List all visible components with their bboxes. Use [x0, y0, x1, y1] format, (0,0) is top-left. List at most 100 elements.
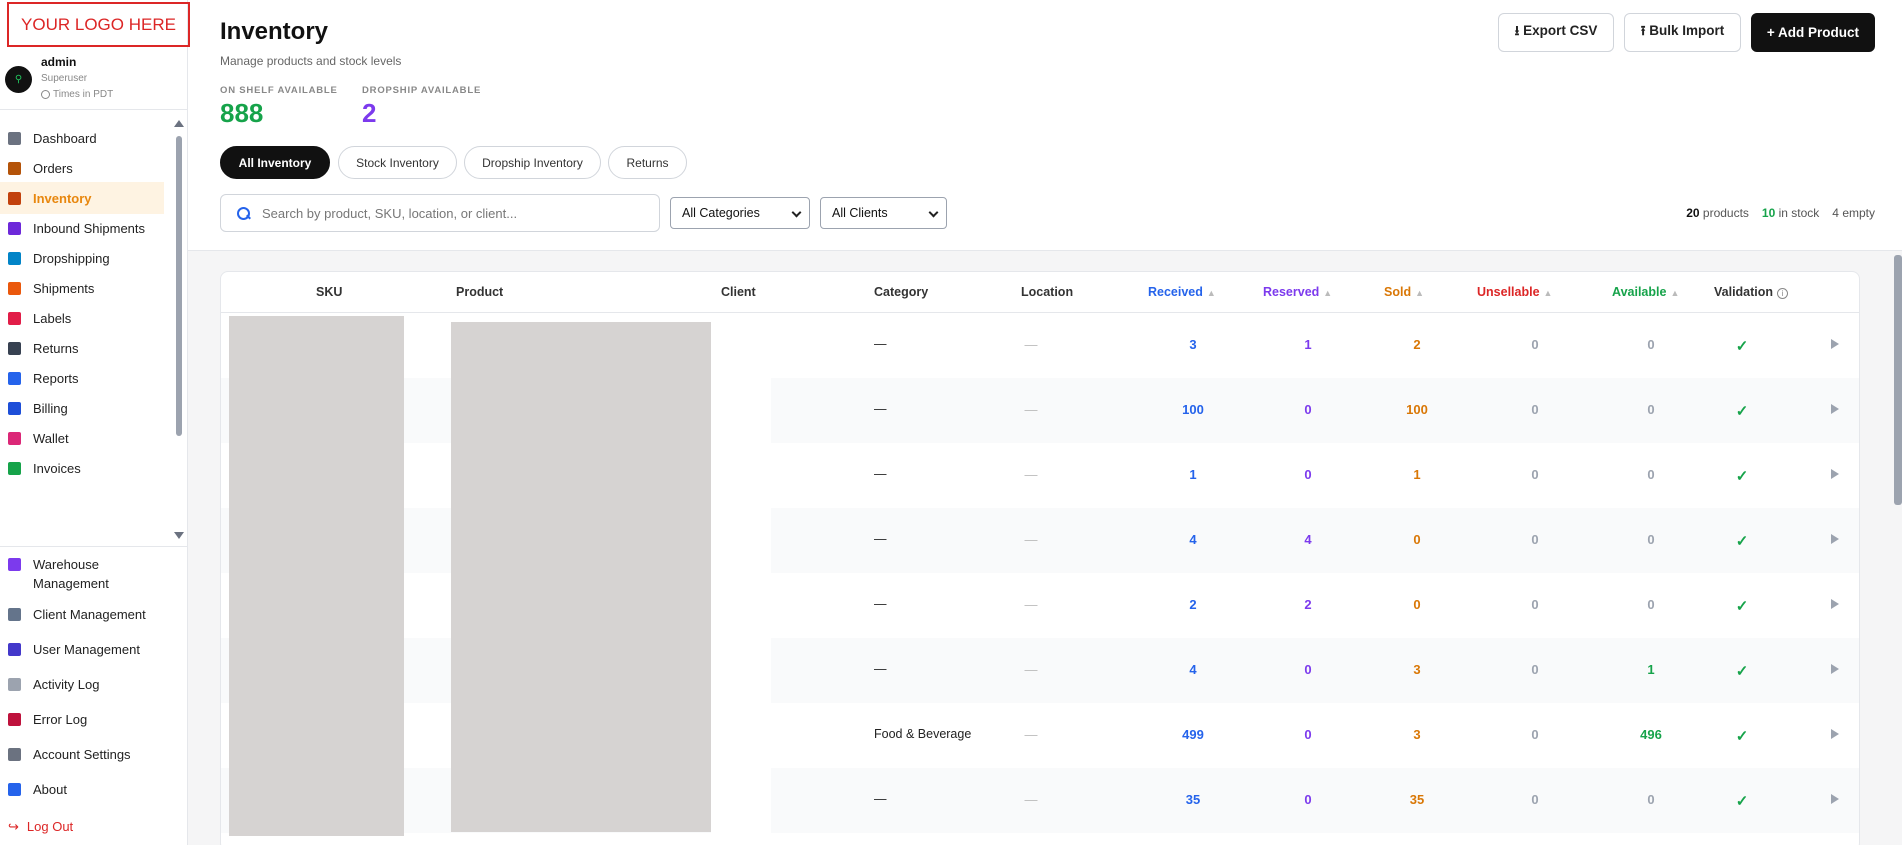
expand-row-icon[interactable]	[1831, 599, 1839, 609]
wallet-icon	[8, 431, 21, 445]
tab-all-inventory[interactable]: All Inventory	[220, 146, 330, 179]
category-cell: —	[874, 467, 887, 481]
sold-cell: 0	[1413, 532, 1421, 547]
sidebar-item-warehouse-management[interactable]: Warehouse Management	[0, 555, 180, 593]
sidebar-item-returns[interactable]: Returns	[0, 332, 164, 364]
tag-icon	[8, 311, 21, 325]
expand-row-icon[interactable]	[1831, 469, 1839, 479]
table-area: SKU Product Client Category Location Rec…	[188, 250, 1902, 845]
category-select-value: All Categories	[682, 206, 760, 220]
col-client[interactable]: Client	[721, 285, 756, 299]
col-unsellable[interactable]: Unsellable ▲	[1477, 285, 1552, 299]
box-icon	[8, 191, 21, 205]
sidebar-item-error-log[interactable]: Error Log	[0, 710, 180, 729]
category-select[interactable]: All Categories	[670, 197, 810, 229]
logo[interactable]: YOUR LOGO HERE	[7, 2, 190, 47]
sidebar-item-client-management[interactable]: Client Management	[0, 605, 180, 624]
sidebar-item-activity-log[interactable]: Activity Log	[0, 675, 180, 694]
user-name: admin	[41, 55, 77, 69]
sidebar-scrollbar[interactable]	[176, 136, 182, 436]
sidebar-item-label: Orders	[33, 160, 73, 176]
sidebar-item-label: Labels	[33, 310, 72, 326]
sidebar-item-wallet[interactable]: Wallet	[0, 422, 164, 454]
main-scrollbar[interactable]	[1894, 255, 1902, 505]
export-csv-button[interactable]: ⭳ Export CSV	[1498, 13, 1614, 52]
sidebar-item-label: Invoices	[33, 460, 81, 476]
scroll-down-arrow-icon[interactable]	[174, 532, 184, 539]
sidebar-item-dashboard[interactable]: Dashboard	[0, 122, 164, 154]
location-cell: —	[1024, 402, 1038, 417]
expand-row-icon[interactable]	[1831, 404, 1839, 414]
info-icon[interactable]: i	[1777, 288, 1789, 299]
sidebar-nav: Dashboard Orders Inventory Inbound Shipment…	[0, 112, 188, 542]
col-validation[interactable]: Validation i	[1714, 285, 1789, 299]
client-column-blank	[711, 313, 771, 843]
sidebar-item-about[interactable]: About	[0, 780, 180, 799]
bulk-import-button[interactable]: ⭱ Bulk Import	[1624, 13, 1741, 52]
page-subtitle: Manage products and stock levels	[220, 54, 402, 68]
expand-row-icon[interactable]	[1831, 794, 1839, 804]
sidebar-item-reports[interactable]: Reports	[0, 362, 164, 394]
location-cell: —	[1024, 727, 1038, 742]
add-product-button[interactable]: + Add Product	[1751, 13, 1875, 52]
sidebar-item-orders[interactable]: Orders	[0, 152, 164, 184]
col-validation-label: Validation	[1714, 285, 1774, 299]
sidebar-item-dropshipping[interactable]: Dropshipping	[0, 242, 164, 274]
sidebar-item-label: Client Management	[33, 607, 146, 622]
sold-cell: 1	[1413, 467, 1421, 482]
col-location[interactable]: Location	[1021, 285, 1073, 299]
search-box[interactable]	[220, 194, 660, 232]
col-unsellable-label: Unsellable	[1477, 285, 1540, 299]
clock-icon	[41, 90, 50, 99]
sidebar-item-inventory[interactable]: Inventory	[0, 182, 164, 214]
col-sold[interactable]: Sold ▲	[1384, 285, 1424, 299]
available-cell: 1	[1647, 662, 1655, 677]
col-category[interactable]: Category	[874, 285, 928, 299]
tab-stock-inventory[interactable]: Stock Inventory	[338, 146, 457, 179]
expand-row-icon[interactable]	[1831, 339, 1839, 349]
reserved-cell: 2	[1304, 597, 1312, 612]
main-content: Inventory Manage products and stock leve…	[188, 0, 1902, 845]
sidebar-item-label: Inbound Shipments	[33, 220, 146, 236]
redacted-product-column	[451, 322, 711, 832]
client-select[interactable]: All Clients	[820, 197, 947, 229]
products-count-label: products	[1699, 206, 1749, 220]
gear-icon	[8, 748, 21, 761]
avatar[interactable]: ⚲	[5, 66, 32, 93]
tab-dropship-inventory[interactable]: Dropship Inventory	[464, 146, 601, 179]
redacted-sku-column	[229, 316, 404, 836]
sidebar-item-labels[interactable]: Labels	[0, 302, 164, 334]
col-received[interactable]: Received ▲	[1148, 285, 1216, 299]
sidebar-item-account-settings[interactable]: Account Settings	[0, 745, 180, 764]
expand-row-icon[interactable]	[1831, 664, 1839, 674]
inventory-counts: 20 products 10 in stock 4 empty	[1686, 206, 1875, 220]
unsellable-cell: 0	[1531, 467, 1539, 482]
available-cell: 0	[1647, 532, 1655, 547]
sidebar-item-label: Shipments	[33, 280, 95, 296]
check-icon: ✓	[1735, 338, 1749, 355]
sort-arrow-icon: ▲	[1543, 288, 1553, 298]
chevron-down-icon	[791, 207, 802, 218]
sidebar-item-inbound-shipments[interactable]: Inbound Shipments	[0, 212, 164, 244]
category-cell: —	[874, 597, 887, 611]
sidebar-item-invoices[interactable]: Invoices	[0, 452, 164, 484]
tab-returns[interactable]: Returns	[608, 146, 687, 179]
sidebar-item-user-management[interactable]: User Management	[0, 640, 180, 659]
sidebar-item-shipments[interactable]: Shipments	[0, 272, 164, 304]
user-profile: ⚲ admin Superuser Times in PDT	[0, 52, 187, 110]
expand-row-icon[interactable]	[1831, 729, 1839, 739]
sidebar-item-billing[interactable]: Billing	[0, 392, 164, 424]
available-cell: 0	[1647, 467, 1655, 482]
scroll-up-arrow-icon[interactable]	[174, 120, 184, 127]
col-sku[interactable]: SKU	[316, 285, 342, 299]
search-input[interactable]	[262, 205, 642, 221]
grid-icon	[8, 131, 21, 145]
logout-button[interactable]: ↪ Log Out	[0, 817, 180, 836]
col-reserved[interactable]: Reserved ▲	[1263, 285, 1332, 299]
unsellable-cell: 0	[1531, 402, 1539, 417]
sold-cell: 3	[1413, 662, 1421, 677]
office-icon	[8, 608, 21, 621]
expand-row-icon[interactable]	[1831, 534, 1839, 544]
col-available[interactable]: Available ▲	[1612, 285, 1679, 299]
col-product[interactable]: Product	[456, 285, 503, 299]
